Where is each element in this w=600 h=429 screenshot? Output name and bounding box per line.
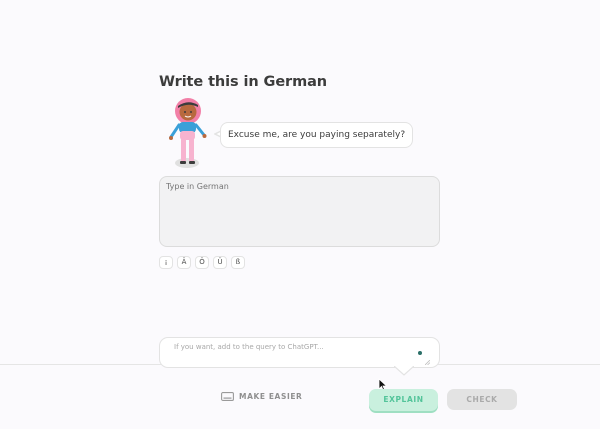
char-button-a-umlaut[interactable]: Ä	[177, 256, 191, 269]
chatgpt-query-placeholder: If you want, add to the query to ChatGPT…	[174, 343, 324, 351]
make-easier-label: MAKE EASIER	[239, 392, 303, 401]
check-button[interactable]: CHECK	[447, 389, 517, 410]
char-button-eszett[interactable]: ß	[231, 256, 245, 269]
char-button-inverted-exclamation[interactable]: ¡	[159, 256, 173, 269]
make-easier-button[interactable]: MAKE EASIER	[221, 392, 302, 401]
resize-handle-icon[interactable]	[425, 360, 430, 365]
status-dot-icon	[418, 351, 422, 355]
character-illustration	[169, 98, 207, 168]
keyboard-icon	[221, 392, 234, 401]
prompt-speech-bubble: Excuse me, are you paying separately?	[220, 122, 414, 148]
explain-button[interactable]: EXPLAIN	[369, 389, 438, 411]
char-button-u-umlaut[interactable]: Ü	[213, 256, 227, 269]
prompt-text: Excuse me, are you paying separately?	[228, 130, 406, 140]
exercise-title: Write this in German	[159, 74, 328, 90]
char-button-o-umlaut[interactable]: Ö	[195, 256, 209, 269]
chatgpt-query-input[interactable]: If you want, add to the query to ChatGPT…	[159, 337, 440, 368]
special-character-bar: ¡ Ä Ö Ü ß	[159, 256, 245, 269]
answer-input[interactable]	[159, 176, 440, 247]
chatgpt-input-pointer	[394, 366, 414, 376]
